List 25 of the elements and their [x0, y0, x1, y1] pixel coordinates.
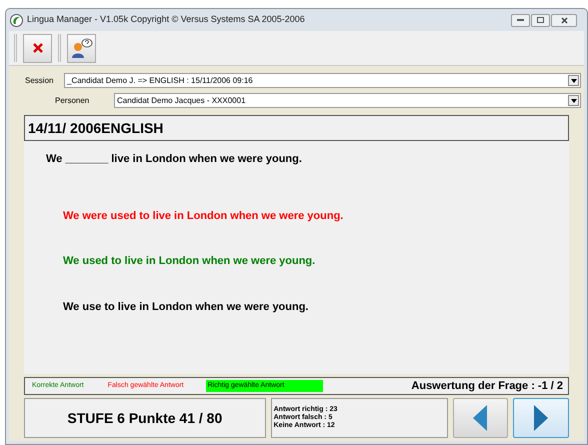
session-header: 14/11/ 2006ENGLISH [24, 115, 569, 141]
evaluation-text: Auswertung der Frage : -1 / 2 [411, 378, 563, 394]
score-panel: STUFE 6 Punkte 41 / 80 [24, 398, 266, 438]
question-text: We _______ live in London when we were young. [46, 152, 303, 167]
field-label: Session [24, 74, 54, 86]
answer-option[interactable]: We used to live in London when we were young. [63, 253, 569, 270]
help-button[interactable] [67, 34, 96, 62]
dropdown-field[interactable]: Candidat Demo Jacques - XXX0001 [114, 93, 581, 108]
left-arrow-icon [473, 405, 488, 431]
right-arrow-icon [534, 405, 548, 431]
cancel-button[interactable] [23, 34, 52, 62]
field-label: Personen [54, 94, 90, 106]
app-logo-icon [10, 14, 23, 26]
close-button[interactable] [551, 14, 577, 26]
person-question-icon [70, 37, 92, 59]
window-title: Lingua Manager - V1.05k Copyright © Versus Systems SA 2005-2006 [27, 13, 306, 26]
answer-option[interactable]: We use to live in London when we were young. [63, 298, 569, 315]
cross-icon [32, 42, 44, 54]
next-button[interactable] [513, 398, 569, 438]
maximize-button[interactable] [531, 14, 550, 26]
previous-button[interactable] [452, 398, 508, 438]
dropdown-field[interactable]: _Candidat Demo J. => ENGLISH : 15/11/2006 09:16 [64, 73, 581, 88]
minimize-button[interactable] [511, 14, 530, 26]
close-icon [560, 16, 568, 24]
answer-option[interactable]: We were used to live in London when we were young. [63, 208, 569, 224]
